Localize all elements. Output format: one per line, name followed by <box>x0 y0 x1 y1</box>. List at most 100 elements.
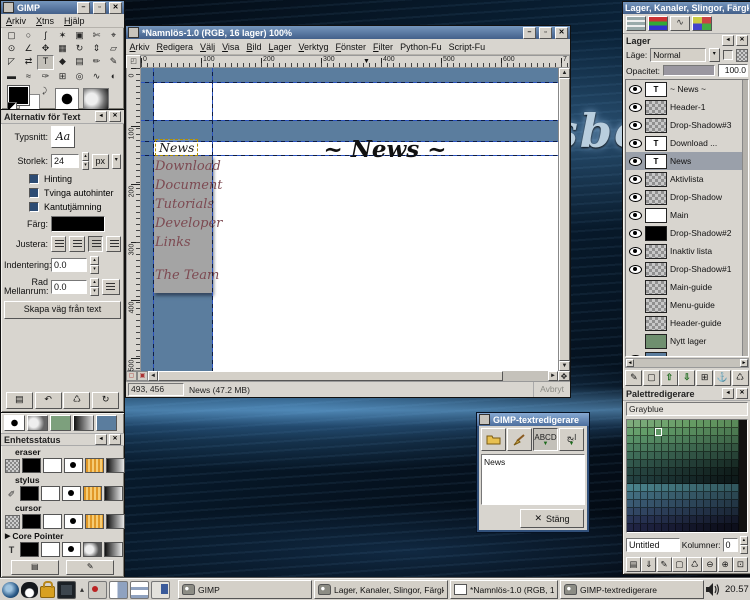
tool-eraser[interactable]: ▬ <box>3 70 20 83</box>
maximize-button[interactable]: ▫ <box>93 2 106 14</box>
font-button[interactable]: Aa <box>51 126 75 148</box>
palette-cell[interactable] <box>627 436 634 444</box>
checkbox-hinting[interactable] <box>29 174 39 184</box>
checkbox-row-kantutj-mning[interactable]: Kantutjämning <box>1 200 124 214</box>
panel-close-button[interactable]: ✕ <box>109 434 121 445</box>
brush-indicator[interactable] <box>55 88 79 110</box>
anchor-layer-button[interactable]: ⚓ <box>714 370 731 386</box>
zoom-all-button[interactable]: ⊡ <box>733 557 748 572</box>
new-layer-button[interactable]: ▢ <box>643 370 660 386</box>
zoom-out-button[interactable]: ⊖ <box>702 557 717 572</box>
palette-cell[interactable] <box>690 516 697 524</box>
swap-colors-icon[interactable]: ⤸ <box>42 86 47 96</box>
clock[interactable]: 20.57 <box>723 584 750 595</box>
palette-cell[interactable] <box>662 508 669 516</box>
device-label-stylus[interactable]: stylus <box>1 474 124 485</box>
device-pattern[interactable] <box>85 458 104 473</box>
palette-cell[interactable] <box>690 500 697 508</box>
palette-cell[interactable] <box>655 524 662 532</box>
palette-cell[interactable] <box>641 436 648 444</box>
palette-cell[interactable] <box>655 468 662 476</box>
desktop-pager-2-icon[interactable] <box>109 581 128 599</box>
lock-icon[interactable] <box>40 586 55 598</box>
palette-cell[interactable] <box>718 516 725 524</box>
tool-crop[interactable]: ▦ <box>54 42 71 55</box>
palette-cell[interactable] <box>676 476 683 484</box>
device-label-core-pointer[interactable]: ▶Core Pointer <box>1 530 124 541</box>
device-fg-color[interactable] <box>22 514 41 529</box>
layer-row-header-guide[interactable]: Header-guide <box>626 314 748 332</box>
palette-cell[interactable] <box>641 524 648 532</box>
device-gradient[interactable] <box>106 514 125 529</box>
save-options-button[interactable]: ▤ <box>6 392 33 409</box>
palette-cell[interactable] <box>634 468 641 476</box>
palette-cell[interactable] <box>648 516 655 524</box>
palette-cell[interactable] <box>634 524 641 532</box>
palette-cell[interactable] <box>648 460 655 468</box>
palette-cell[interactable] <box>641 476 648 484</box>
menu-hj-lp[interactable]: Hjälp <box>59 14 90 28</box>
palette-cell[interactable] <box>662 492 669 500</box>
palette-cell[interactable] <box>718 508 725 516</box>
opacity-value[interactable]: 100.0 <box>718 64 748 77</box>
palette-cell[interactable] <box>711 524 718 532</box>
tool-scale[interactable]: ⇕ <box>88 42 105 55</box>
visibility-toggle[interactable] <box>628 139 642 148</box>
layer-list-hscrollbar[interactable]: ◄► <box>625 358 749 368</box>
device-fg-color[interactable] <box>20 486 39 501</box>
tool-free-select[interactable]: ʃ <box>37 29 54 42</box>
palette-cell[interactable] <box>732 468 739 476</box>
paths-tab-icon[interactable]: ∿ <box>670 16 690 31</box>
palette-cell[interactable] <box>711 428 718 436</box>
speaker-icon[interactable] <box>706 583 720 596</box>
palette-cell[interactable] <box>634 420 641 428</box>
visibility-toggle[interactable] <box>628 103 642 112</box>
layer-row-inaktiv-lista[interactable]: Inaktiv lista <box>626 242 748 260</box>
palette-cell[interactable] <box>725 484 732 492</box>
tool-bucket-fill[interactable]: ◆ <box>54 55 71 68</box>
palette-cell[interactable] <box>627 508 634 516</box>
scroll-left-icon[interactable]: ◄ <box>148 371 158 381</box>
palette-cell[interactable] <box>683 492 690 500</box>
scroll-down-icon[interactable]: ▼ <box>559 361 570 371</box>
palette-cell[interactable] <box>627 492 634 500</box>
visibility-toggle[interactable] <box>628 247 642 256</box>
palette-cell[interactable] <box>697 428 704 436</box>
line-spacing-spinner[interactable]: ▴▾ <box>90 278 99 296</box>
tool-rect-select[interactable]: ▢ <box>3 29 20 42</box>
palette-cell[interactable] <box>641 508 648 516</box>
palette-cell[interactable] <box>683 428 690 436</box>
palette-cell[interactable] <box>634 476 641 484</box>
close-text-editor-button[interactable]: ✕ Stäng <box>520 509 584 528</box>
cancel-button[interactable]: Avbryt <box>533 382 570 397</box>
device-pattern[interactable] <box>85 514 104 529</box>
desktop-pager-3-icon[interactable] <box>130 581 149 599</box>
layer-row-download[interactable]: TDownload ... <box>626 134 748 152</box>
palette-cell[interactable] <box>669 460 676 468</box>
palette-cell[interactable] <box>676 516 683 524</box>
device-bg-color[interactable] <box>43 458 62 473</box>
palette-cell[interactable] <box>641 500 648 508</box>
clear-text-icon[interactable] <box>507 428 532 451</box>
tux-icon[interactable] <box>21 582 38 598</box>
palette-cell[interactable] <box>718 436 725 444</box>
palette-cell[interactable] <box>725 492 732 500</box>
palette-cell[interactable] <box>690 476 697 484</box>
palette-cell[interactable] <box>718 476 725 484</box>
palette-cell[interactable] <box>662 468 669 476</box>
layer-row-bakgrund[interactable]: Bakgrund <box>626 350 748 356</box>
palette-cell[interactable] <box>690 420 697 428</box>
justify-left-button[interactable] <box>51 236 66 252</box>
palette-tab-icon[interactable] <box>50 415 71 431</box>
minimize-button[interactable]: – <box>77 2 90 14</box>
size-spinner[interactable]: ▴▾ <box>82 152 89 170</box>
edit-layer-button[interactable]: ✎ <box>625 370 642 386</box>
palette-cell[interactable] <box>711 500 718 508</box>
palette-cell[interactable] <box>718 452 725 460</box>
palette-cell[interactable] <box>676 420 683 428</box>
palette-cell[interactable] <box>732 508 739 516</box>
device-fg-color[interactable] <box>20 542 39 557</box>
edit-color-button[interactable]: ✎ <box>657 557 672 572</box>
vertical-scrollbar[interactable]: ▲ ▼ <box>558 68 570 371</box>
palette-cell[interactable] <box>711 492 718 500</box>
